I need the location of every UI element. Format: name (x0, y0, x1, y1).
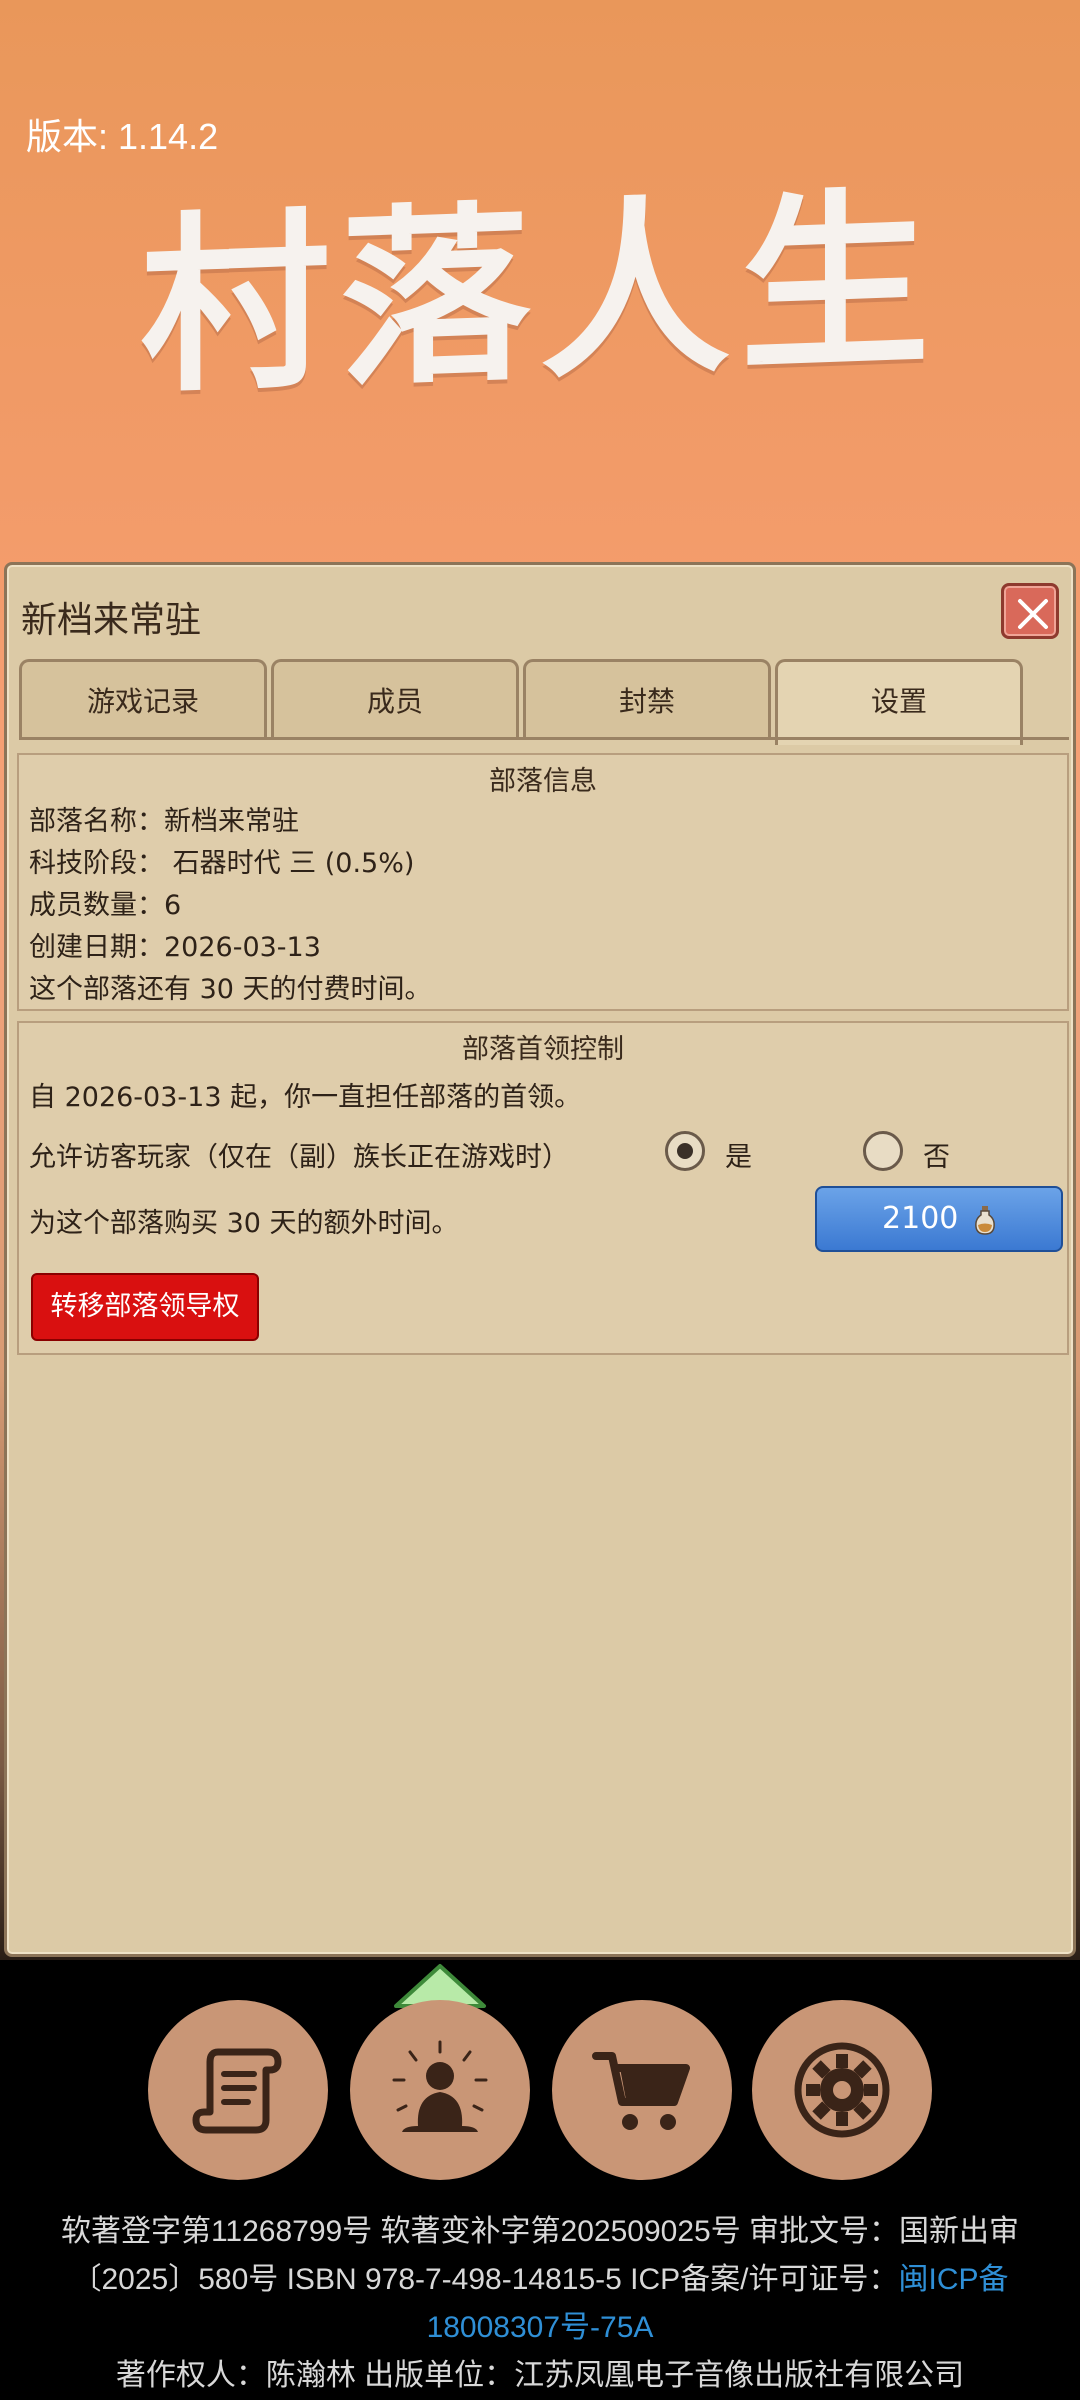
tab-bans[interactable]: 封禁 (523, 659, 771, 739)
tab-bar: 游戏记录 成员 封禁 设置 (19, 659, 1079, 745)
close-button[interactable] (1001, 583, 1059, 639)
icp-link-part-1[interactable]: 闽ICP备 (899, 2263, 1009, 2296)
footer-line-4: 著作权人：陈瀚林 出版单位：江苏凤凰电子音像出版社有限公司 (115, 2359, 965, 2392)
cart-icon (592, 2052, 690, 2130)
buy-time-text: 为这个部落购买 30 天的额外时间。 (29, 1208, 459, 1239)
tab-members[interactable]: 成员 (271, 659, 519, 739)
meditation-icon (392, 2040, 488, 2132)
creation-date-line: 创建日期：2026-03-13 (29, 932, 321, 963)
radio-allow-yes[interactable] (665, 1131, 705, 1171)
radio-yes-label: 是 (725, 1142, 752, 1173)
member-count-line: 成员数量：6 (29, 890, 182, 921)
tribe-name-line: 部落名称：新档来常驻 (29, 806, 299, 837)
footer-license-text: 〔2025〕580号 ISBN 978-7-498-14815-5 ICP备案/… (71, 2263, 899, 2296)
tab-divider (19, 737, 1069, 740)
buy-time-button[interactable]: 2100 (815, 1186, 1063, 1252)
footer-line-2: 〔2025〕580号 ISBN 978-7-498-14815-5 ICP备案/… (0, 2254, 1080, 2298)
settings-button[interactable] (752, 2000, 932, 2180)
tribe-dialog: 新档来常驻 游戏记录 成员 封禁 设置 部落信息 部落名称：新档来常驻 科技阶段… (4, 562, 1076, 1957)
scroll-icon (192, 2048, 282, 2134)
game-logo: 村落人生 (140, 170, 941, 419)
allow-visitors-label: 允许访客玩家（仅在（副）族长正在游戏时） (29, 1142, 569, 1173)
paid-time-line: 这个部落还有 30 天的付费时间。 (29, 974, 432, 1005)
tab-settings[interactable]: 设置 (775, 659, 1023, 745)
meditation-button[interactable] (350, 2000, 530, 2180)
radio-allow-no[interactable] (863, 1131, 903, 1171)
radio-no-label: 否 (923, 1142, 950, 1173)
potion-icon (975, 1205, 995, 1235)
shop-button[interactable] (552, 2000, 732, 2180)
tech-stage-line: 科技阶段： 石器时代 三 (0.5%) (29, 848, 415, 879)
transfer-leadership-button[interactable]: 转移部落领导权 (31, 1273, 259, 1341)
tribe-info-section: 部落信息 部落名称：新档来常驻 科技阶段： 石器时代 三 (0.5%) 成员数量… (17, 753, 1069, 1011)
records-button[interactable] (148, 2000, 328, 2180)
leader-control-title: 部落首领控制 (462, 1034, 624, 1065)
icp-link-part-2[interactable]: 18008307号-75A (0, 2302, 1080, 2346)
close-icon (1018, 599, 1048, 629)
tribe-info-title: 部落信息 (489, 766, 597, 797)
leader-control-section: 部落首领控制 自 2026-03-13 起，你一直担任部落的首领。 允许访客玩家… (17, 1021, 1069, 1355)
version-label: 版本: 1.14.2 (26, 116, 219, 157)
footer-line-1: 软著登字第11268799号 软著变补字第202509025号 审批文号：国新出… (60, 2215, 1020, 2248)
gear-icon (794, 2042, 890, 2138)
buy-price: 2100 (882, 1201, 959, 1236)
tab-game-records[interactable]: 游戏记录 (19, 659, 267, 739)
dialog-title: 新档来常驻 (21, 600, 202, 641)
leader-since-text: 自 2026-03-13 起，你一直担任部落的首领。 (29, 1082, 582, 1113)
